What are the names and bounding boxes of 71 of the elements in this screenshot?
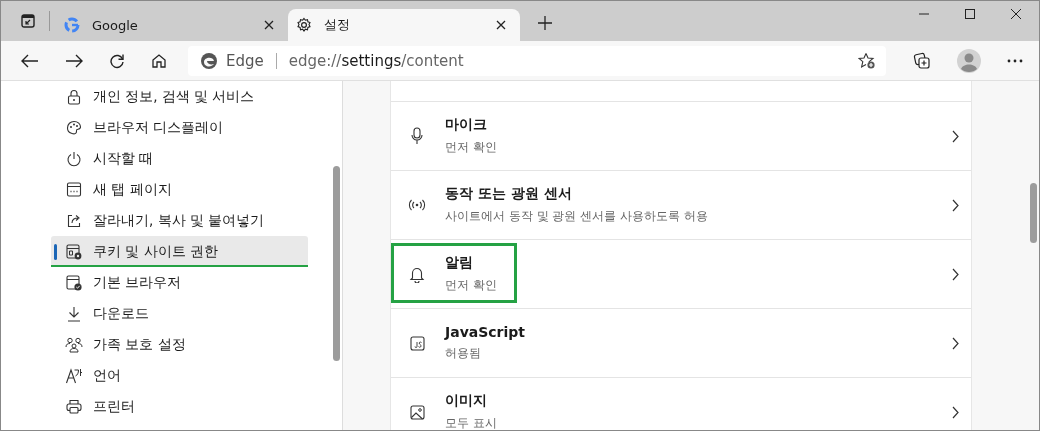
permission-status: 먼저 확인: [445, 139, 498, 156]
permission-status: 모두 표시: [445, 415, 498, 430]
permission-title: 이미지: [445, 392, 488, 410]
permission-row[interactable]: JavaScript 허용됨: [391, 308, 971, 377]
language-icon: [65, 367, 83, 384]
close-tab-icon[interactable]: [264, 20, 274, 30]
chevron-right-icon: [952, 405, 959, 419]
sidebar-item[interactable]: 시작할 때: [51, 143, 308, 174]
sidebar-item[interactable]: 잘라내기, 복사 및 붙여넣기: [51, 205, 308, 236]
sidebar-item[interactable]: 다운로드: [51, 298, 308, 329]
new-tab-page-icon: [65, 182, 83, 197]
profile-avatar-icon[interactable]: [957, 48, 981, 73]
script-file-icon: [409, 335, 425, 351]
chevron-right-icon: [952, 198, 959, 212]
scrollbar-thumb[interactable]: [1030, 183, 1037, 243]
scrollbar-thumb[interactable]: [333, 166, 340, 361]
new-tab-icon[interactable]: [538, 16, 552, 30]
sidebar-item[interactable]: 쿠키 및 사이트 권한: [51, 236, 308, 267]
power-icon: [65, 150, 83, 167]
forward-icon[interactable]: [65, 53, 83, 68]
gear-icon: [296, 17, 312, 33]
image-icon: [409, 404, 425, 420]
back-icon[interactable]: [21, 53, 39, 68]
sidebar-item[interactable]: 개인 정보, 검색 및 서비스: [51, 81, 308, 112]
permission-title: JavaScript: [445, 324, 527, 340]
chevron-right-icon: [952, 267, 959, 281]
collections-icon[interactable]: [913, 51, 931, 70]
close-icon[interactable]: [1011, 9, 1021, 19]
address-bar[interactable]: Edge edge://settings/content: [188, 45, 886, 76]
sensor-icon: [408, 199, 426, 211]
refresh-icon[interactable]: [109, 52, 125, 69]
permission-row[interactable]: 마이크 먼저 확인: [391, 101, 971, 170]
sidebar-item[interactable]: 브라우저 디스플레이: [51, 112, 308, 143]
tab-actions-icon[interactable]: [21, 14, 35, 28]
site-settings-icon: [65, 243, 83, 260]
family-icon: [65, 336, 83, 353]
lock-icon: [65, 88, 83, 105]
download-icon: [65, 305, 83, 322]
edge-logo-icon: [200, 51, 218, 70]
maximize-icon[interactable]: [965, 9, 975, 19]
permission-row[interactable]: 동작 또는 광원 센서 사이트에서 동작 및 광원 센서를 사용하도록 허용: [391, 170, 971, 239]
browser-tab[interactable]: Google: [56, 9, 288, 41]
google-icon: [64, 17, 80, 33]
bell-icon: [409, 265, 425, 283]
close-tab-icon[interactable]: [496, 20, 506, 30]
site-label: Edge: [226, 51, 264, 70]
sidebar-item[interactable]: 언어: [51, 360, 308, 391]
microphone-icon: [411, 127, 423, 145]
permission-status: 허용됨: [445, 345, 482, 362]
permission-title: 동작 또는 광원 센서: [445, 185, 573, 203]
share-icon: [65, 212, 83, 229]
browser-tab[interactable]: 설정: [288, 9, 520, 41]
sidebar-item[interactable]: 프린터: [51, 391, 308, 422]
default-browser-icon: [65, 274, 83, 291]
chevron-right-icon: [952, 336, 959, 350]
more-icon[interactable]: [1007, 58, 1023, 63]
printer-icon: [65, 399, 83, 414]
sidebar-item[interactable]: 가족 보호 설정: [51, 329, 308, 360]
add-favorite-icon[interactable]: [858, 51, 876, 70]
permission-title: 마이크: [445, 116, 488, 134]
permission-status: 사이트에서 동작 및 광원 센서를 사용하도록 허용: [445, 208, 709, 225]
sidebar-item[interactable]: 새 탭 페이지: [51, 174, 308, 205]
permission-title: 알림: [445, 254, 474, 272]
url-text: edge://settings/content: [288, 51, 464, 70]
palette-icon: [65, 119, 83, 136]
sidebar-item[interactable]: 기본 브라우저: [51, 267, 308, 298]
permission-row[interactable]: 이미지 모두 표시: [391, 377, 971, 430]
home-icon[interactable]: [151, 52, 167, 69]
permission-row[interactable]: 알림 먼저 확인: [391, 239, 971, 308]
chevron-right-icon: [952, 129, 959, 143]
permission-status: 먼저 확인: [445, 277, 498, 294]
